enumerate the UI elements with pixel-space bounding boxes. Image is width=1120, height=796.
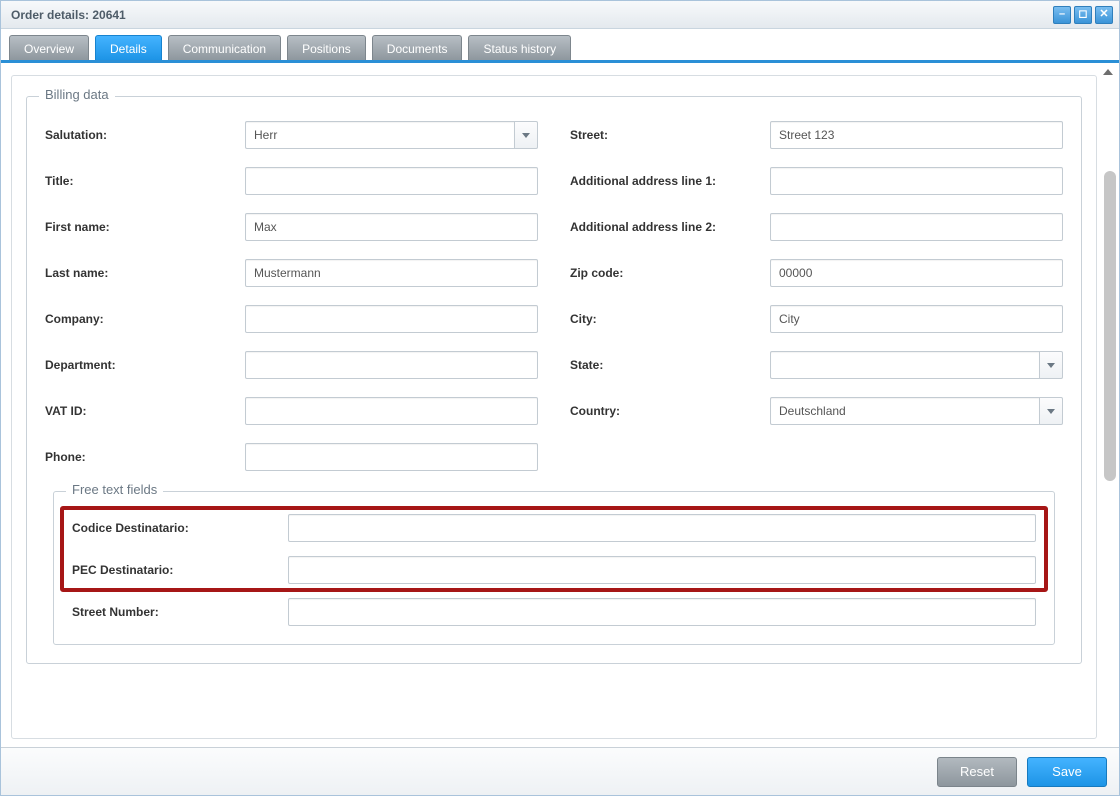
first-name-input[interactable]: [245, 213, 538, 241]
label-street-number: Street Number:: [72, 605, 288, 619]
row-city: City:: [570, 305, 1063, 333]
codice-destinatario-input[interactable]: [288, 514, 1036, 542]
addr2-input[interactable]: [770, 213, 1063, 241]
label-country: Country:: [570, 404, 770, 418]
tab-bar: Overview Details Communication Positions…: [1, 29, 1119, 63]
row-last-name: Last name:: [45, 259, 538, 287]
label-salutation: Salutation:: [45, 128, 245, 142]
vat-id-input[interactable]: [245, 397, 538, 425]
last-name-input[interactable]: [245, 259, 538, 287]
row-phone: Phone:: [45, 443, 538, 471]
order-details-window: Order details: 20641 – ◻ ✕ Overview Deta…: [0, 0, 1120, 796]
maximize-icon: ◻: [1078, 9, 1087, 20]
tab-status-history[interactable]: Status history: [468, 35, 571, 60]
content-area: Billing data Salutation: Title:: [1, 67, 1119, 747]
salutation-trigger[interactable]: [514, 121, 538, 149]
city-input[interactable]: [770, 305, 1063, 333]
details-panel: Billing data Salutation: Title:: [11, 75, 1097, 739]
street-number-input[interactable]: [288, 598, 1036, 626]
billing-form-grid: Salutation: Title: First name:: [45, 121, 1063, 471]
country-select[interactable]: [770, 397, 1063, 425]
close-button[interactable]: ✕: [1095, 6, 1113, 24]
phone-input[interactable]: [245, 443, 538, 471]
label-codice: Codice Destinatario:: [72, 521, 288, 535]
billing-data-fieldset: Billing data Salutation: Title:: [26, 96, 1082, 664]
chevron-down-icon: [1047, 363, 1055, 368]
label-state: State:: [570, 358, 770, 372]
label-first-name: First name:: [45, 220, 245, 234]
label-company: Company:: [45, 312, 245, 326]
row-company: Company:: [45, 305, 538, 333]
tab-communication[interactable]: Communication: [168, 35, 281, 60]
reset-button[interactable]: Reset: [937, 757, 1017, 787]
state-trigger[interactable]: [1039, 351, 1063, 379]
row-country: Country:: [570, 397, 1063, 425]
tab-positions[interactable]: Positions: [287, 35, 366, 60]
street-input[interactable]: [770, 121, 1063, 149]
chevron-down-icon: [1047, 409, 1055, 414]
country-trigger[interactable]: [1039, 397, 1063, 425]
zip-input[interactable]: [770, 259, 1063, 287]
row-pec: PEC Destinatario:: [72, 556, 1036, 584]
minimize-icon: –: [1059, 9, 1065, 20]
row-addr1: Additional address line 1:: [570, 167, 1063, 195]
row-street: Street:: [570, 121, 1063, 149]
minimize-button[interactable]: –: [1053, 6, 1071, 24]
free-text-legend: Free text fields: [66, 482, 163, 497]
pec-destinatario-input[interactable]: [288, 556, 1036, 584]
addr1-input[interactable]: [770, 167, 1063, 195]
label-pec: PEC Destinatario:: [72, 563, 288, 577]
row-state: State:: [570, 351, 1063, 379]
save-button[interactable]: Save: [1027, 757, 1107, 787]
salutation-select[interactable]: [245, 121, 538, 149]
close-icon: ✕: [1099, 9, 1108, 20]
window-title: Order details: 20641: [11, 8, 1050, 22]
state-select[interactable]: [770, 351, 1063, 379]
label-street: Street:: [570, 128, 770, 142]
label-phone: Phone:: [45, 450, 245, 464]
department-input[interactable]: [245, 351, 538, 379]
row-zip: Zip code:: [570, 259, 1063, 287]
chevron-down-icon: [522, 133, 530, 138]
row-salutation: Salutation:: [45, 121, 538, 149]
billing-left-column: Salutation: Title: First name:: [45, 121, 538, 471]
free-text-fieldset: Free text fields Codice Destinatario: PE…: [53, 491, 1055, 645]
tab-overview[interactable]: Overview: [9, 35, 89, 60]
titlebar: Order details: 20641 – ◻ ✕: [1, 1, 1119, 29]
salutation-input[interactable]: [245, 121, 514, 149]
state-input[interactable]: [770, 351, 1039, 379]
row-vat-id: VAT ID:: [45, 397, 538, 425]
footer-toolbar: Reset Save: [1, 747, 1119, 795]
row-title: Title:: [45, 167, 538, 195]
row-codice: Codice Destinatario:: [72, 514, 1036, 542]
company-input[interactable]: [245, 305, 538, 333]
label-addr2: Additional address line 2:: [570, 220, 770, 234]
billing-legend: Billing data: [39, 87, 115, 102]
title-input[interactable]: [245, 167, 538, 195]
label-addr1: Additional address line 1:: [570, 174, 770, 188]
row-department: Department:: [45, 351, 538, 379]
label-city: City:: [570, 312, 770, 326]
label-vat-id: VAT ID:: [45, 404, 245, 418]
label-department: Department:: [45, 358, 245, 372]
row-addr2: Additional address line 2:: [570, 213, 1063, 241]
row-street-number: Street Number:: [72, 598, 1036, 626]
label-title: Title:: [45, 174, 245, 188]
tab-details[interactable]: Details: [95, 35, 162, 60]
country-input[interactable]: [770, 397, 1039, 425]
tab-documents[interactable]: Documents: [372, 35, 463, 60]
row-first-name: First name:: [45, 213, 538, 241]
label-zip: Zip code:: [570, 266, 770, 280]
billing-right-column: Street: Additional address line 1: Addit…: [570, 121, 1063, 471]
maximize-button[interactable]: ◻: [1074, 6, 1092, 24]
label-last-name: Last name:: [45, 266, 245, 280]
